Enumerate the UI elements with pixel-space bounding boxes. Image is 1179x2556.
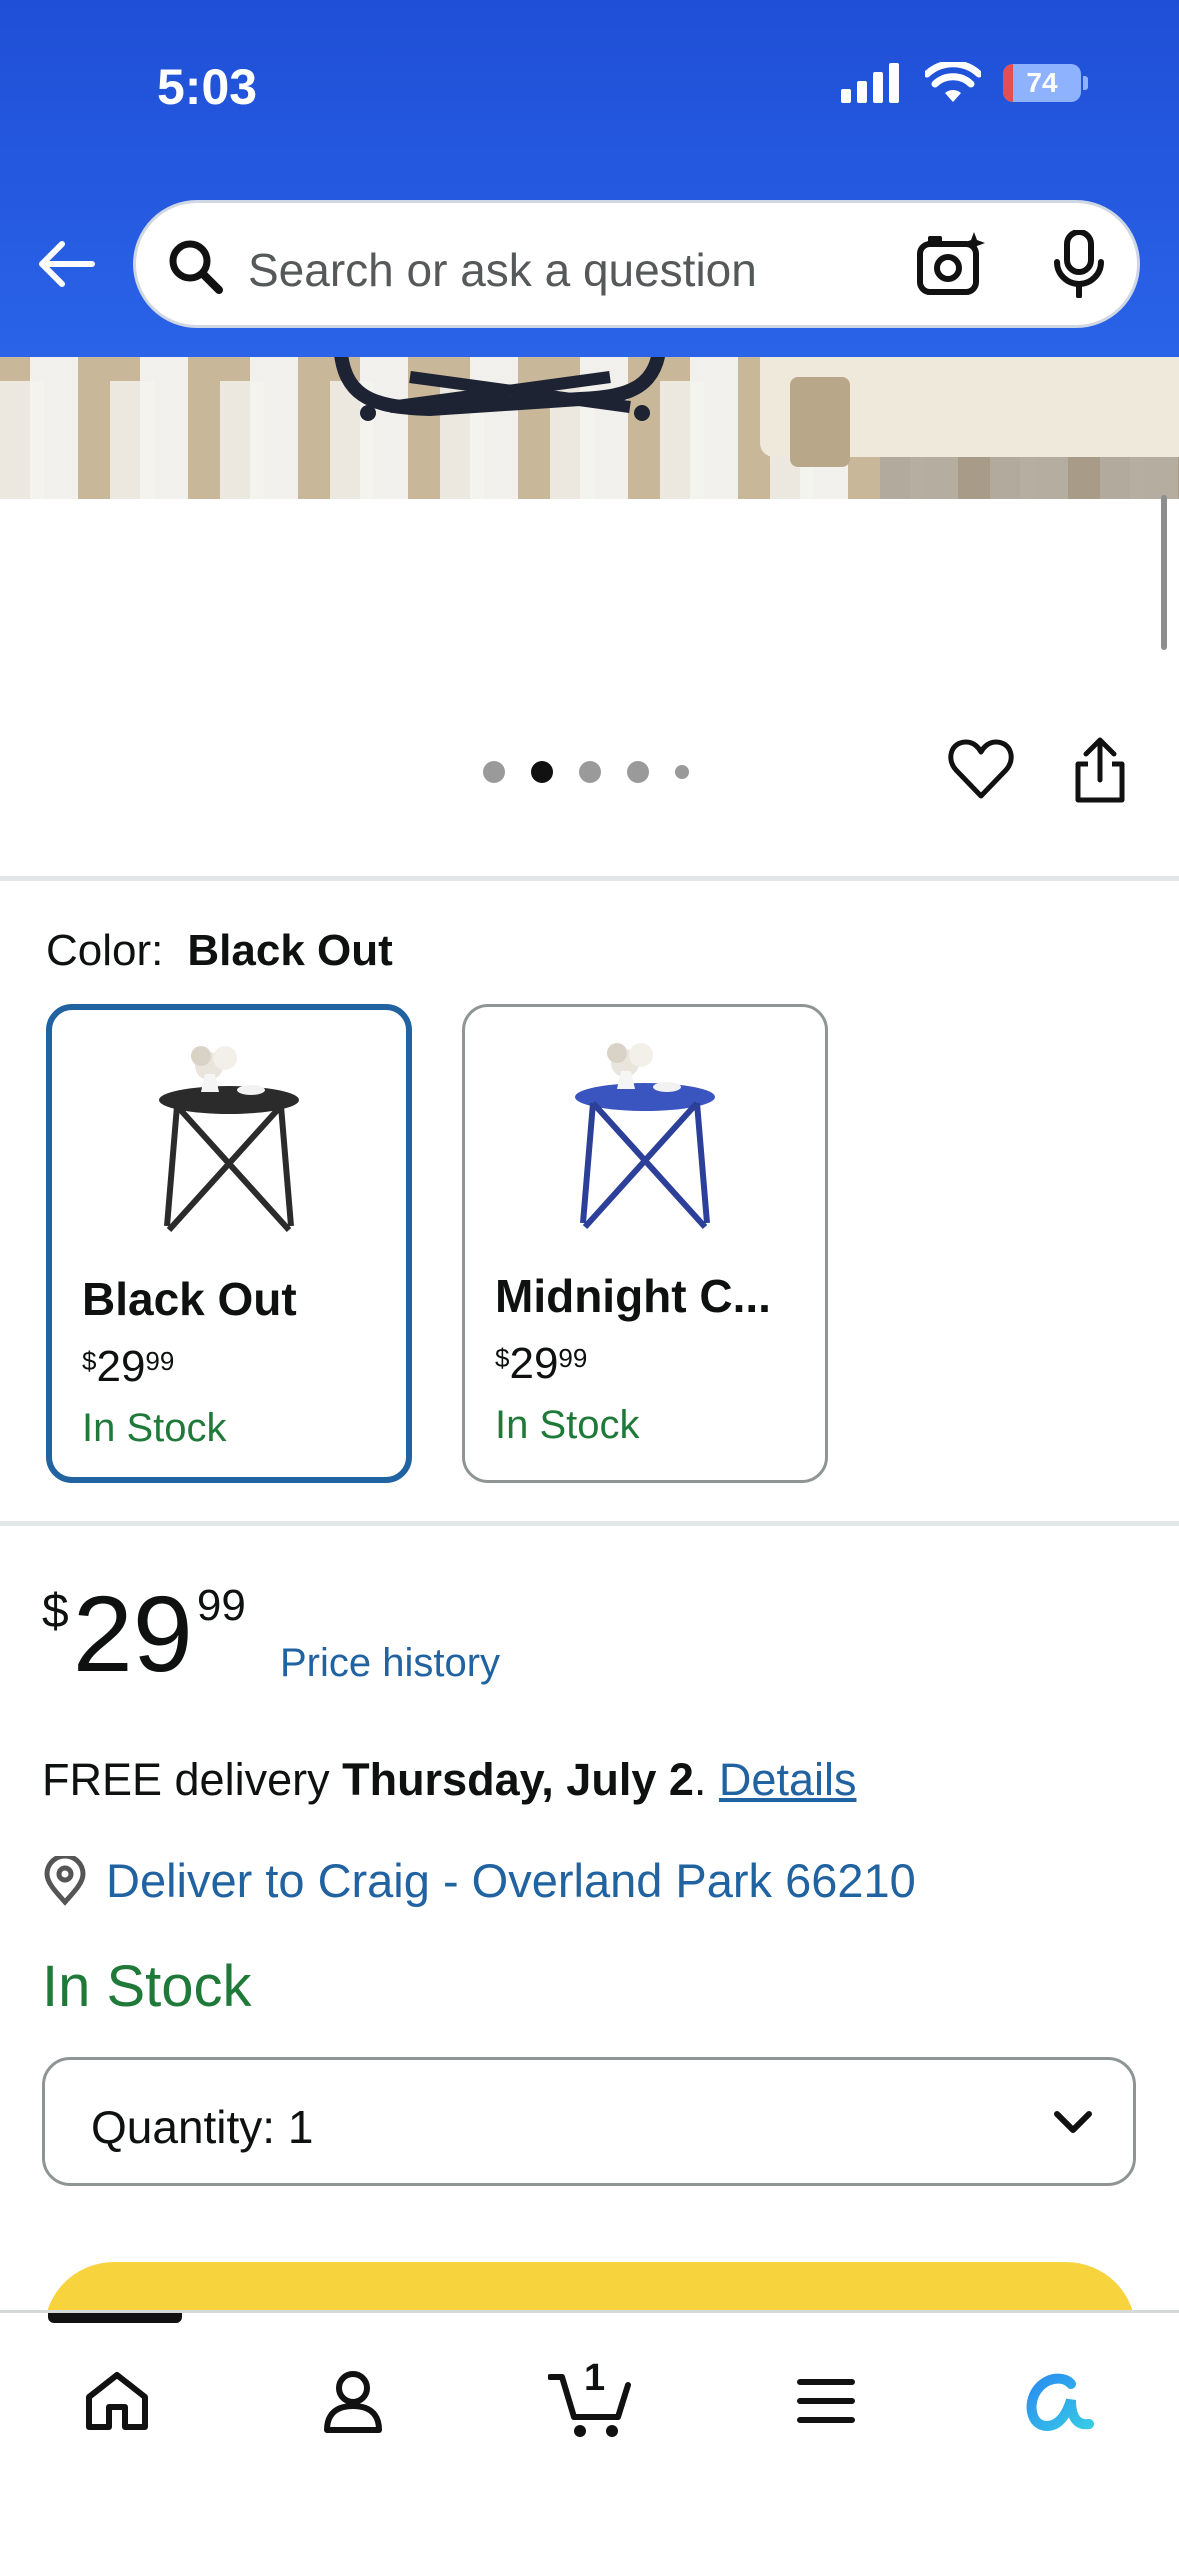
delivery-period: . [693, 1754, 707, 1805]
nav-home[interactable] [67, 2351, 167, 2451]
swatch-price-cents: 99 [558, 1343, 588, 1373]
swatch-name: Black Out [82, 1273, 297, 1325]
swatch-price-dollars: 29 [96, 1342, 146, 1391]
swatch-stock: In Stock [82, 1406, 227, 1450]
swatch-thumbnail [52, 1030, 406, 1260]
product-price: $2999 [42, 1580, 246, 1688]
chevron-down-icon [1054, 2111, 1092, 2133]
ai-assistant-icon [1026, 2373, 1094, 2432]
wifi-icon [925, 62, 981, 102]
carousel-dot[interactable] [579, 761, 601, 783]
cart-count: 1 [584, 2357, 606, 2399]
scroll-indicator[interactable] [1161, 495, 1167, 650]
delivery-prefix: FREE delivery [42, 1754, 330, 1805]
stock-status: In Stock [42, 1954, 252, 2019]
quantity-selector[interactable]: Quantity: 1 [42, 2057, 1136, 2186]
deliver-to-location[interactable]: Deliver to Craig - Overland Park 66210 [42, 1853, 916, 1908]
deliver-to-text[interactable]: Deliver to Craig - Overland Park 66210 [106, 1853, 916, 1908]
hamburger-menu-icon [797, 2379, 855, 2423]
location-pin-icon [44, 1855, 86, 1906]
color-option-midnight[interactable]: Midnight C... $2999 In Stock [462, 1004, 828, 1483]
color-label: Color: [46, 926, 164, 975]
carousel-dot[interactable] [675, 765, 689, 779]
nav-cart[interactable]: 1 [540, 2351, 640, 2451]
price-dollars: 29 [72, 1573, 193, 1694]
price-history-link[interactable]: Price history [280, 1641, 500, 1686]
carousel-dots[interactable] [483, 761, 689, 783]
swatch-price: $2999 [495, 1339, 588, 1388]
back-arrow-icon [39, 241, 95, 287]
price-cents: 99 [196, 1581, 246, 1630]
search-icon [169, 240, 223, 294]
swatch-price: $2999 [82, 1342, 175, 1391]
swatch-thumbnail [465, 1027, 825, 1257]
camera-search-icon[interactable] [916, 230, 988, 298]
nav-account[interactable] [303, 2351, 403, 2451]
price-currency: $ [42, 1585, 69, 1638]
section-divider [0, 876, 1179, 881]
bottom-nav: 1 [0, 2310, 1179, 2556]
delivery-date: Thursday, July 2 [342, 1754, 694, 1805]
carousel-dot-active[interactable] [531, 761, 553, 783]
home-icon [86, 2372, 148, 2430]
product-image[interactable] [0, 357, 1179, 499]
quantity-label: Quantity: 1 [91, 2100, 313, 2154]
status-icons: 74 [841, 62, 1088, 104]
section-divider [0, 1521, 1179, 1526]
quantity-label-text: Quantity: [91, 2101, 276, 2153]
swatch-price-cents: 99 [145, 1346, 175, 1376]
signal-icon [841, 63, 899, 103]
search-input[interactable]: Search or ask a question [248, 243, 757, 297]
swatch-name: Midnight C... [495, 1270, 771, 1322]
microphone-icon[interactable] [1051, 230, 1107, 298]
nav-menu[interactable] [776, 2351, 876, 2451]
selected-color-name: Black Out [187, 926, 393, 975]
swatch-price-dollars: 29 [509, 1339, 559, 1388]
side-table-image [575, 1043, 715, 1230]
back-button[interactable] [34, 232, 98, 296]
share-icon[interactable] [1072, 736, 1128, 804]
quantity-value: 1 [287, 2101, 314, 2153]
carousel-dot[interactable] [627, 761, 649, 783]
table-legs-image [334, 357, 665, 421]
delivery-info: FREE delivery Thursday, July 2. Details [42, 1754, 856, 1806]
delivery-details-link[interactable]: Details [719, 1754, 857, 1805]
battery-icon: 74 [1003, 64, 1088, 102]
side-table-image [159, 1046, 299, 1233]
account-icon [324, 2371, 382, 2433]
app-header: 5:03 74 Search or ask a question [0, 0, 1179, 357]
swatch-stock: In Stock [495, 1403, 640, 1447]
search-bar[interactable]: Search or ask a question [133, 200, 1140, 328]
color-label-row: Color: Black Out [46, 926, 393, 976]
status-time: 5:03 [157, 59, 258, 115]
nav-ai-assistant[interactable] [1010, 2351, 1110, 2451]
carousel-dot[interactable] [483, 761, 505, 783]
nav-active-indicator [48, 2313, 182, 2323]
heart-icon[interactable] [948, 738, 1014, 800]
color-option-black-out[interactable]: Black Out $2999 In Stock [46, 1004, 412, 1483]
sofa-foot-image [790, 377, 850, 467]
battery-level: 74 [1026, 67, 1058, 98]
